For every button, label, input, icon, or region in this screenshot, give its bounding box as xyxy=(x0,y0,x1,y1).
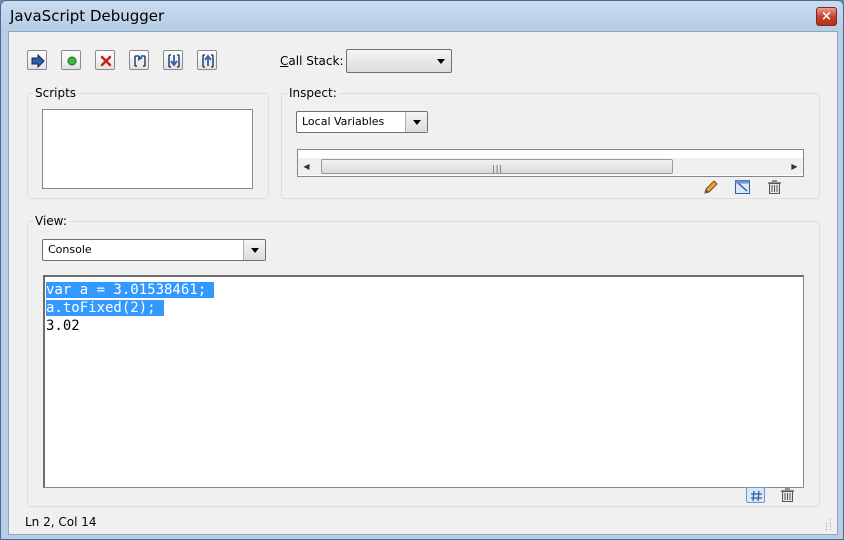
console-line-text: a.toFixed(2); xyxy=(46,300,164,316)
console-line: var a = 3.01538461; xyxy=(46,281,803,299)
console-output[interactable]: var a = 3.01538461; a.toFixed(2); 3.02 xyxy=(43,275,804,488)
inspect-panel[interactable]: ◀ ||| ▶ xyxy=(297,149,804,177)
scrollbar-thumb[interactable]: ||| xyxy=(321,159,673,174)
inspect-selected: Local Variables xyxy=(302,115,385,128)
stop-button[interactable] xyxy=(95,50,115,70)
callstack-label-text: all Stack: xyxy=(288,54,344,68)
line-numbers-button[interactable] xyxy=(746,487,765,503)
close-button[interactable]: × xyxy=(816,7,837,26)
trash-icon xyxy=(768,180,781,194)
clear-console-button[interactable] xyxy=(778,487,797,503)
scroll-left-icon[interactable]: ◀ xyxy=(298,158,315,175)
status-bar-text: Ln 2, Col 14 xyxy=(25,515,97,529)
scrollbar-grip: ||| xyxy=(492,164,504,173)
scripts-label: Scripts xyxy=(33,86,79,100)
continue-button[interactable] xyxy=(27,50,47,70)
step-into-button[interactable] xyxy=(163,50,183,70)
console-line-text: 3.02 xyxy=(46,318,80,334)
callstack-label: Call Stack: xyxy=(280,54,344,68)
hash-icon xyxy=(751,490,762,502)
inspect-label: Inspect: xyxy=(287,86,339,100)
view-dropdown[interactable]: Console xyxy=(42,239,266,261)
window-icon xyxy=(735,180,750,194)
horizontal-scrollbar[interactable]: ◀ ||| ▶ xyxy=(298,158,803,175)
chevron-down-icon xyxy=(437,59,445,64)
pencil-icon xyxy=(704,180,718,194)
window-title: JavaScript Debugger xyxy=(10,7,165,25)
view-selected: Console xyxy=(48,243,92,256)
callstack-dropdown[interactable] xyxy=(346,49,452,73)
console-line: a.toFixed(2); xyxy=(46,299,803,317)
red-x-icon xyxy=(100,55,112,67)
window-client: Call Stack: Scripts Inspect: Local Varia… xyxy=(8,31,838,535)
edit-button[interactable] xyxy=(701,179,720,195)
console-line-text: var a = 3.01538461; xyxy=(46,282,215,298)
resize-grip-icon[interactable]: .::: xyxy=(825,518,833,533)
break-button[interactable] xyxy=(61,50,81,70)
trash-icon xyxy=(781,488,794,502)
chevron-down-icon xyxy=(251,248,259,253)
console-line: 3.02 xyxy=(46,317,803,335)
step-over-icon xyxy=(134,55,146,67)
run-arrow-icon xyxy=(31,53,45,69)
chevron-down-icon xyxy=(413,120,421,125)
scripts-list[interactable] xyxy=(42,109,253,189)
scroll-right-icon[interactable]: ▶ xyxy=(786,158,803,175)
title-bar[interactable]: JavaScript Debugger × xyxy=(1,1,843,31)
view-label: View: xyxy=(33,214,69,228)
clear-inspect-button[interactable] xyxy=(765,179,784,195)
step-out-icon xyxy=(202,54,214,68)
debugger-window: JavaScript Debugger × Call Stack: Script… xyxy=(0,0,844,540)
toggle-view-button[interactable] xyxy=(733,179,752,195)
step-into-icon xyxy=(168,54,180,68)
step-over-button[interactable] xyxy=(129,50,149,70)
green-dot-icon xyxy=(67,56,77,66)
inspect-dropdown[interactable]: Local Variables xyxy=(296,111,428,133)
step-out-button[interactable] xyxy=(197,50,217,70)
